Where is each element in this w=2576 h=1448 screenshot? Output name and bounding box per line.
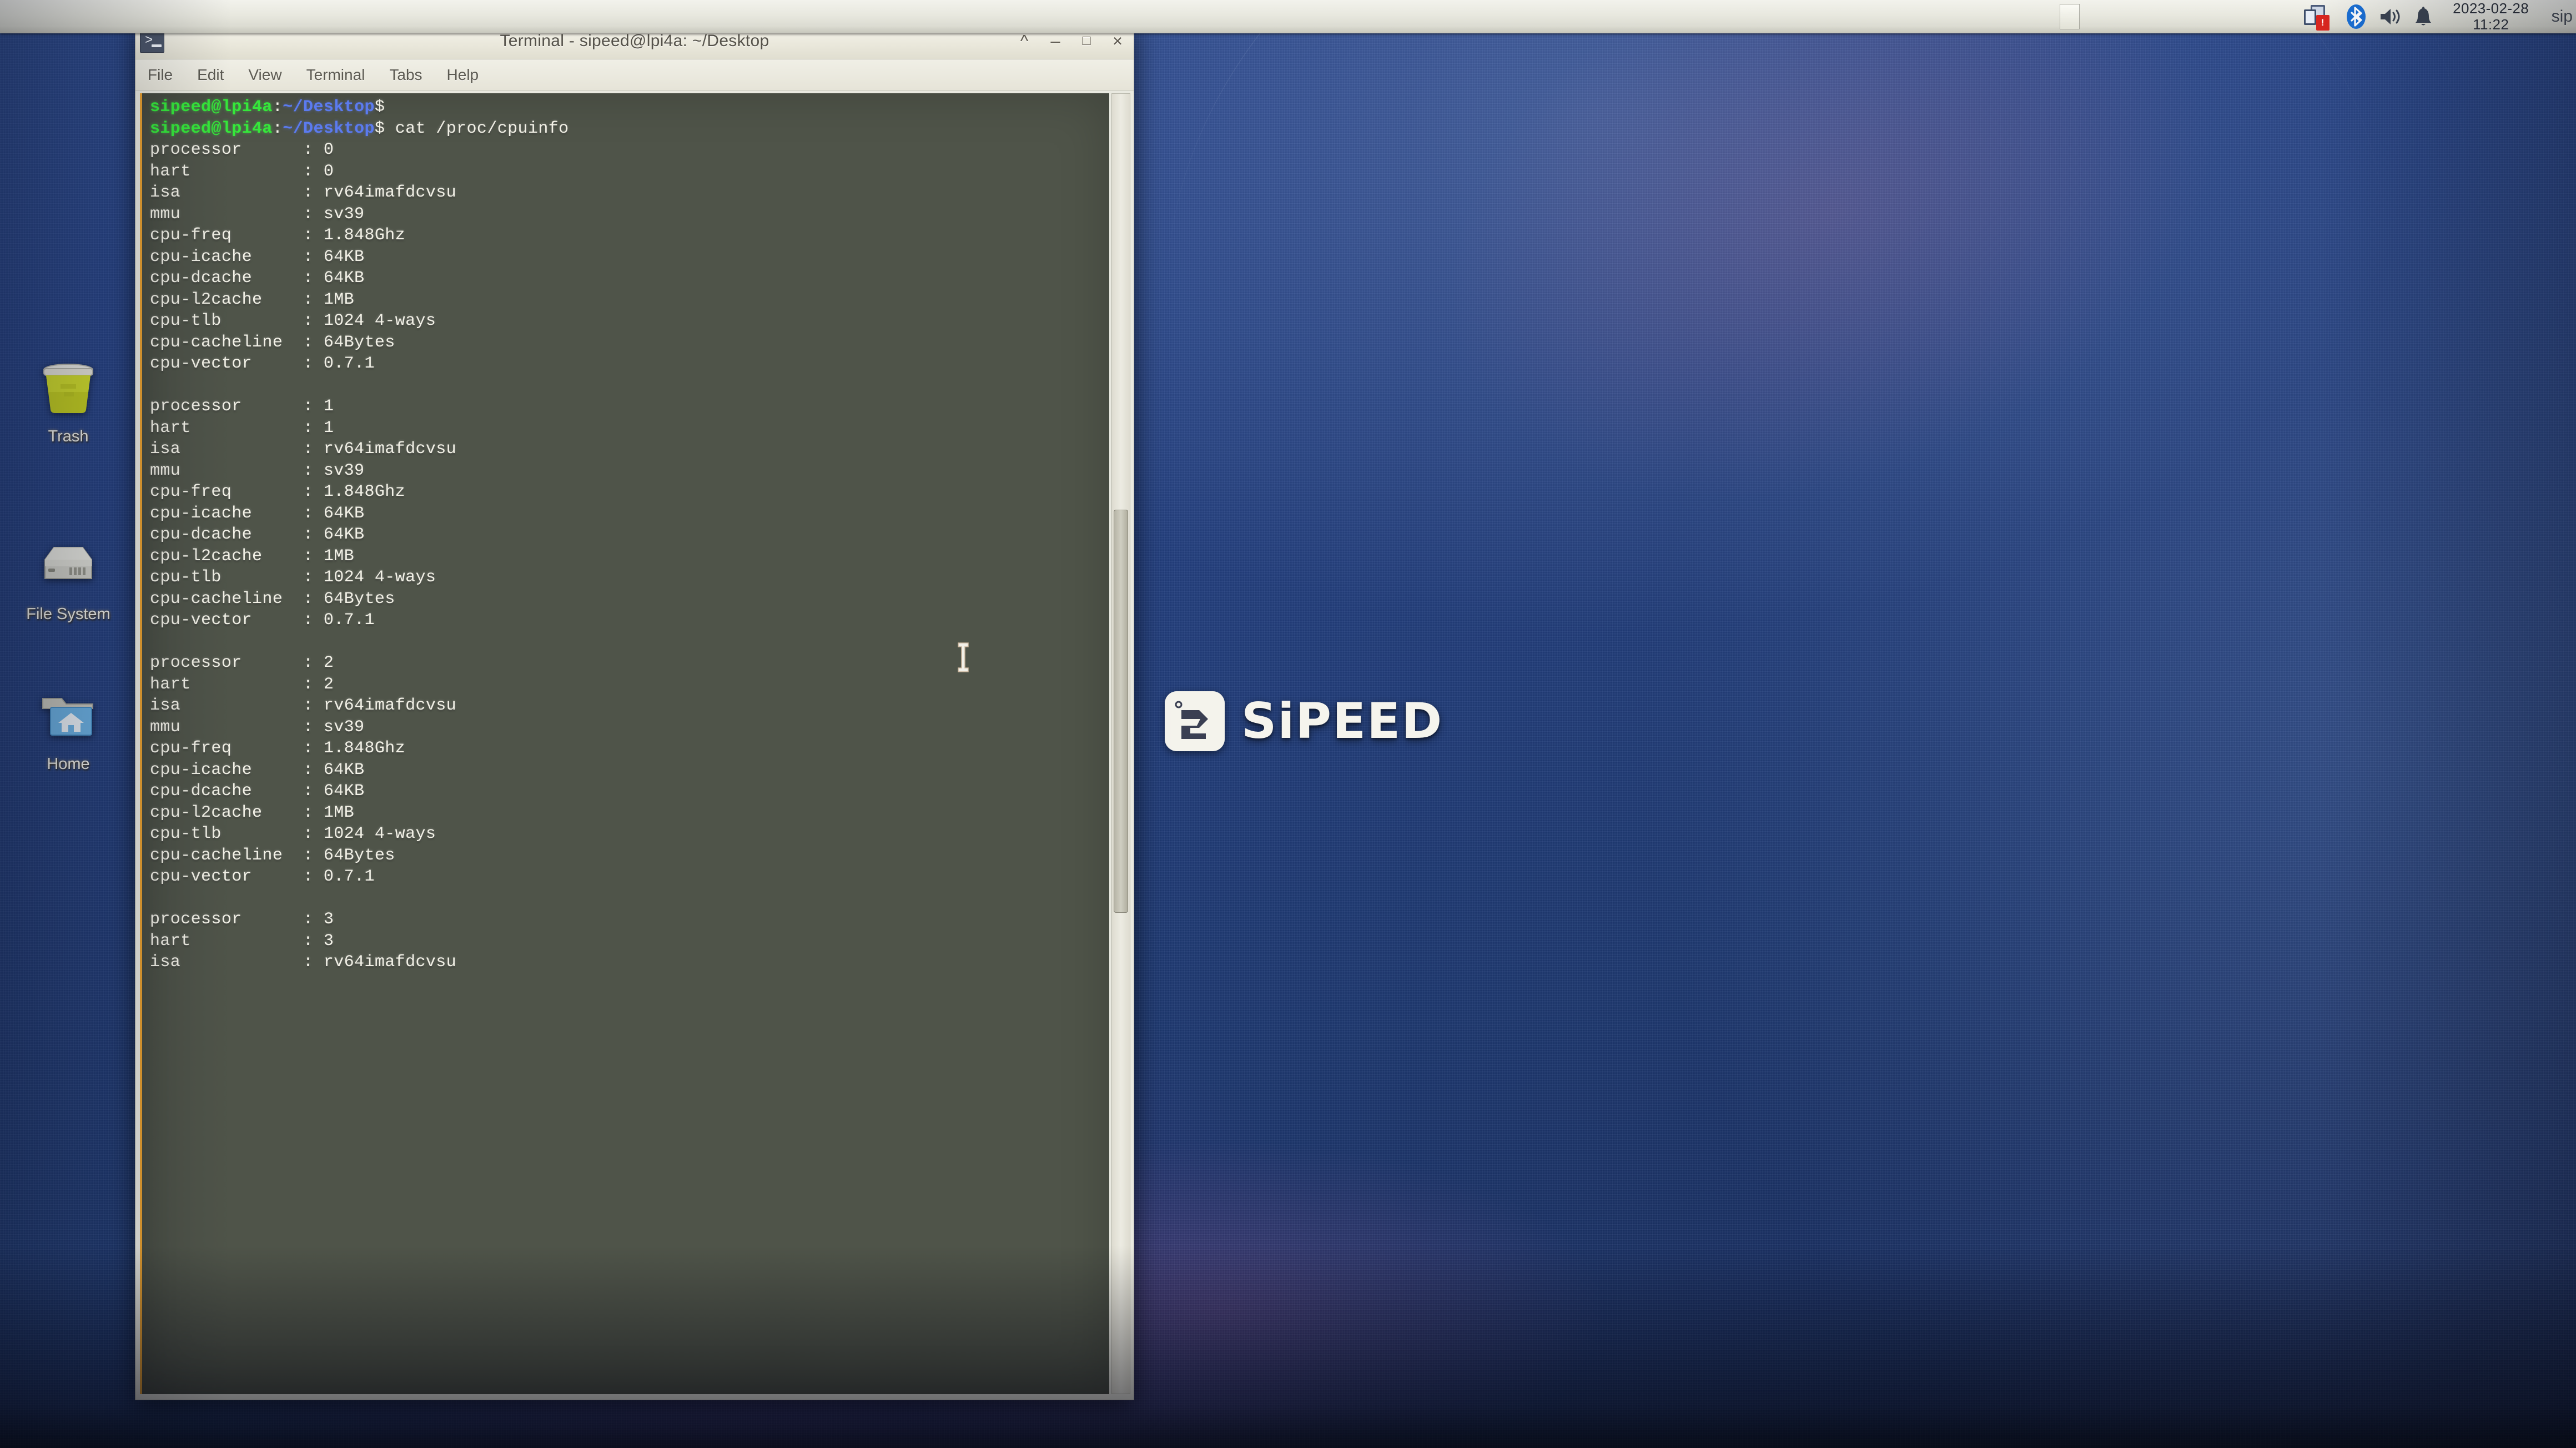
terminal-body: sipeed@lpi4a:~/Desktop$ sipeed@lpi4a:~/D… <box>135 90 1134 1400</box>
network-icon[interactable]: ! <box>2302 3 2334 31</box>
minimize-button[interactable]: – <box>1047 32 1064 49</box>
menu-file[interactable]: File <box>148 66 173 84</box>
taskbar-window-buttons[interactable] <box>0 0 1981 33</box>
sipeed-wordmark: SiPEED <box>1241 692 1443 750</box>
sipeed-mark-icon <box>1165 691 1225 751</box>
shade-button[interactable]: ^ <box>1016 32 1033 49</box>
tray-launcher-slot[interactable] <box>2054 0 2087 33</box>
tray-separator-panel <box>1981 0 2053 33</box>
bell-icon[interactable] <box>2414 5 2433 28</box>
tray-notification-item[interactable] <box>2408 0 2438 33</box>
clock-date: 2023-02-28 <box>2453 0 2529 17</box>
trash-icon <box>35 355 102 422</box>
tray-button[interactable] <box>2059 4 2080 29</box>
menu-help[interactable]: Help <box>447 66 479 84</box>
tray-spacer-b <box>2212 0 2295 33</box>
terminal-scrollbar[interactable] <box>1111 93 1130 1394</box>
maximize-button[interactable]: □ <box>1078 34 1095 48</box>
menu-terminal[interactable]: Terminal <box>306 66 365 84</box>
taskbar-user-label[interactable]: sip <box>2544 7 2576 26</box>
volume-icon[interactable] <box>2378 6 2403 28</box>
menu-tabs[interactable]: Tabs <box>389 66 422 84</box>
clock-time: 11:22 <box>2473 16 2509 33</box>
tray-network-item[interactable]: ! <box>2296 0 2339 33</box>
window-title: Terminal - sipeed@lpi4a: ~/Desktop <box>500 31 769 50</box>
tray-spacer-a <box>2089 0 2211 33</box>
terminal-output-area[interactable]: sipeed@lpi4a:~/Desktop$ sipeed@lpi4a:~/D… <box>140 93 1109 1394</box>
desktop-icon-label: File System <box>26 605 110 623</box>
scrollbar-thumb[interactable] <box>1114 510 1128 913</box>
terminal-menubar[interactable]: File Edit View Terminal Tabs Help <box>135 59 1134 90</box>
network-alert-badge: ! <box>2316 15 2330 31</box>
desktop-screen: SiPEED Trash File System Home > Terminal… <box>0 0 2576 1448</box>
menu-view[interactable]: View <box>248 66 281 84</box>
terminal-window[interactable]: > Terminal - sipeed@lpi4a: ~/Desktop ^ –… <box>135 22 1134 1400</box>
desktop-icon-home[interactable]: Home <box>16 683 121 773</box>
taskbar-clock[interactable]: 2023-02-28 11:22 <box>2438 0 2544 33</box>
menu-edit[interactable]: Edit <box>197 66 224 84</box>
bluetooth-icon[interactable] <box>2345 4 2367 29</box>
home-folder-icon <box>35 683 102 750</box>
tray-bluetooth-item[interactable] <box>2339 0 2373 33</box>
close-button[interactable]: × <box>1109 32 1126 49</box>
sipeed-logo: SiPEED <box>1165 691 1443 751</box>
terminal-text: sipeed@lpi4a:~/Desktop$ sipeed@lpi4a:~/D… <box>150 98 569 972</box>
tray-volume-item[interactable] <box>2373 0 2408 33</box>
desktop-icon-label: Home <box>47 755 90 773</box>
window-controls[interactable]: ^ – □ × <box>1016 32 1134 49</box>
drive-icon <box>35 533 102 600</box>
taskbar[interactable]: ! 2023-02-28 11:22 sip <box>0 0 2576 33</box>
desktop-icon-label: Trash <box>48 428 89 445</box>
desktop-icon-trash[interactable]: Trash <box>16 355 121 446</box>
system-tray[interactable]: ! 2023-02-28 11:22 sip <box>1981 0 2576 33</box>
desktop-icon-file-system[interactable]: File System <box>16 533 121 624</box>
